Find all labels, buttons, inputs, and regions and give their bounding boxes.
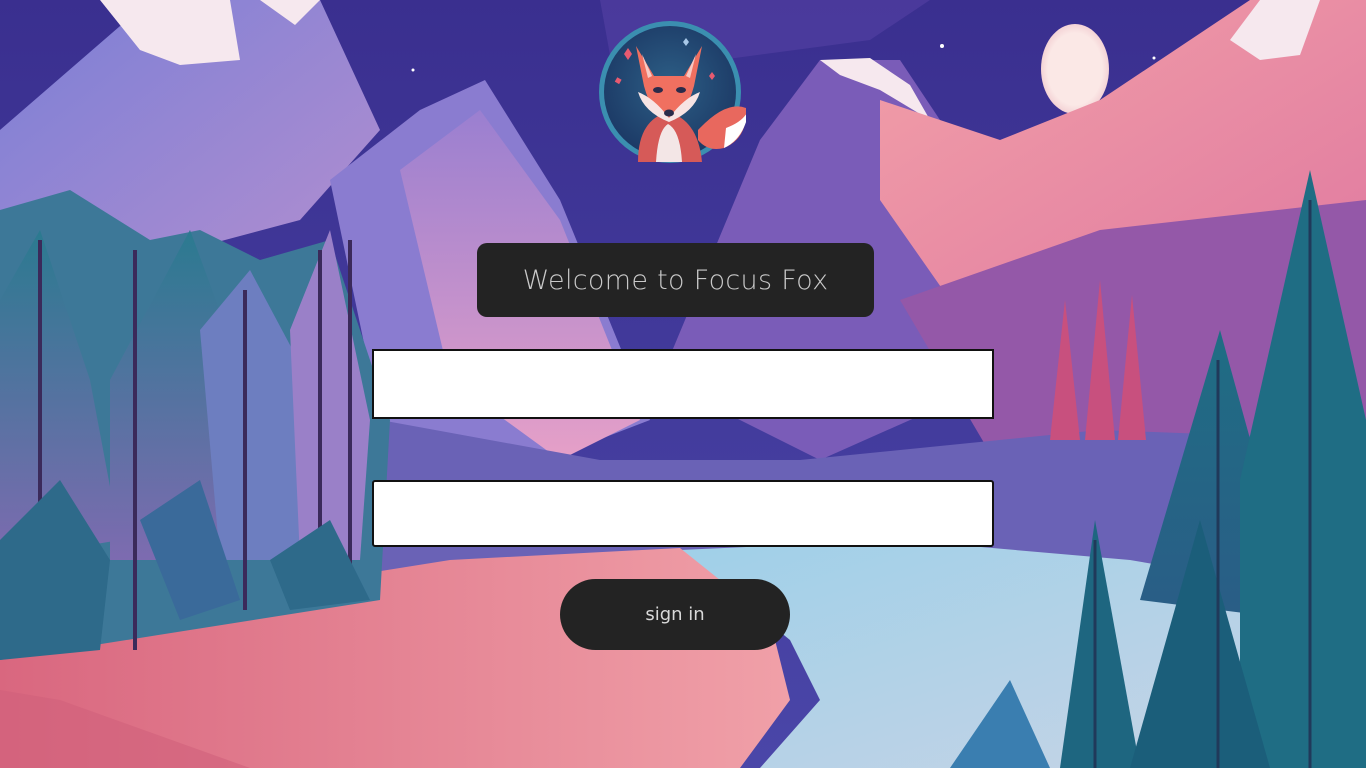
sign-in-button[interactable]: sign in [560,579,790,650]
username-input[interactable] [372,349,994,419]
fox-logo-icon [599,21,746,163]
welcome-heading: Welcome to Focus Fox [477,243,874,317]
password-input[interactable] [372,480,994,547]
login-screen: Welcome to Focus Fox sign in [0,0,1366,768]
